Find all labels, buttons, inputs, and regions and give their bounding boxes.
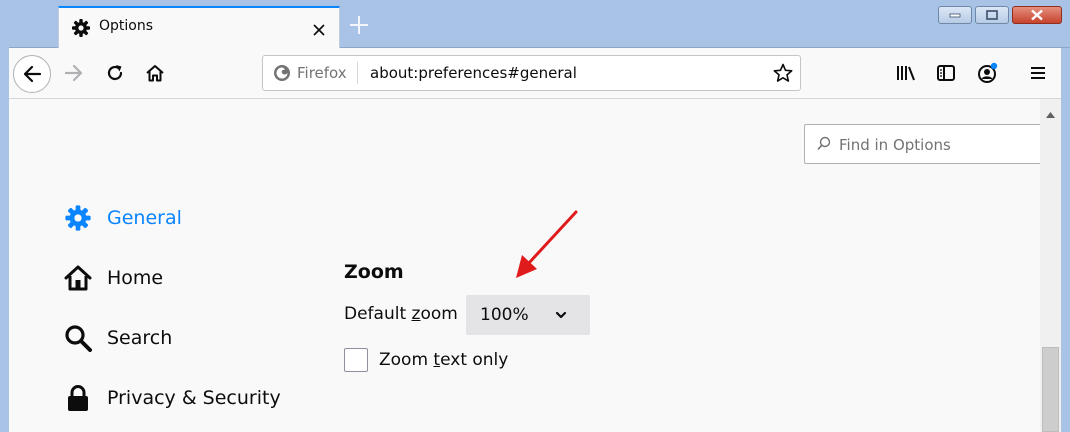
forward-icon[interactable] xyxy=(61,60,87,86)
plus-icon[interactable] xyxy=(348,14,370,36)
zoom-text-only-label[interactable]: Zoom text only xyxy=(379,350,508,370)
tab-title: Options xyxy=(99,18,154,34)
gear-icon xyxy=(71,18,91,38)
annotation-arrow-icon xyxy=(516,210,578,278)
home-icon xyxy=(64,264,92,292)
maximize-icon[interactable] xyxy=(975,6,1009,24)
tab-options[interactable]: Options xyxy=(58,6,340,48)
zoom-section-heading: Zoom xyxy=(344,261,404,283)
category-label: Privacy & Security xyxy=(107,387,281,409)
chevron-down-icon xyxy=(555,311,567,319)
window-controls xyxy=(938,6,1062,26)
reload-icon[interactable] xyxy=(102,60,128,86)
category-privacy-security[interactable]: Privacy & Security xyxy=(62,382,322,414)
category-general[interactable]: General xyxy=(62,202,322,234)
menu-icon[interactable] xyxy=(1025,60,1051,86)
library-icon[interactable] xyxy=(893,60,919,86)
category-home[interactable]: Home xyxy=(62,262,322,294)
category-label: Home xyxy=(107,267,164,289)
gear-icon xyxy=(64,204,92,232)
find-in-options-field[interactable] xyxy=(804,124,1040,164)
search-icon xyxy=(64,324,92,352)
identity-label[interactable]: Firefox xyxy=(297,64,347,82)
scrollbar[interactable] xyxy=(1040,99,1061,432)
sidebar-icon[interactable] xyxy=(933,60,959,86)
minimize-icon[interactable] xyxy=(938,6,972,24)
search-icon xyxy=(817,136,831,151)
url-input[interactable]: about:preferences#general xyxy=(370,64,577,82)
scrollbar-thumb[interactable] xyxy=(1042,347,1059,432)
zoom-text-only-checkbox[interactable] xyxy=(344,348,368,372)
window-frame-right xyxy=(1061,48,1070,432)
category-search[interactable]: Search xyxy=(62,322,322,354)
lock-icon xyxy=(64,384,92,412)
address-bar[interactable]: Firefox about:preferences#general xyxy=(262,55,801,91)
scroll-up-arrow-icon[interactable] xyxy=(1046,103,1055,122)
close-tab-icon[interactable] xyxy=(313,21,325,36)
urlbar-separator xyxy=(357,62,358,84)
category-label: General xyxy=(107,207,182,229)
firefox-logo-icon xyxy=(273,64,291,82)
navigation-toolbar: Firefox about:preferences#general xyxy=(9,48,1061,99)
back-icon[interactable] xyxy=(13,55,51,93)
close-icon[interactable] xyxy=(1012,6,1062,24)
category-label: Search xyxy=(107,327,173,349)
search-input[interactable] xyxy=(837,133,1037,157)
window-frame-left xyxy=(0,0,9,432)
default-zoom-dropdown[interactable]: 100% xyxy=(466,295,590,335)
home-icon[interactable] xyxy=(142,60,168,86)
zoom-value: 100% xyxy=(480,305,529,325)
account-icon[interactable] xyxy=(974,60,1000,86)
star-icon[interactable] xyxy=(772,62,794,84)
default-zoom-label: Default zoom xyxy=(344,304,458,324)
